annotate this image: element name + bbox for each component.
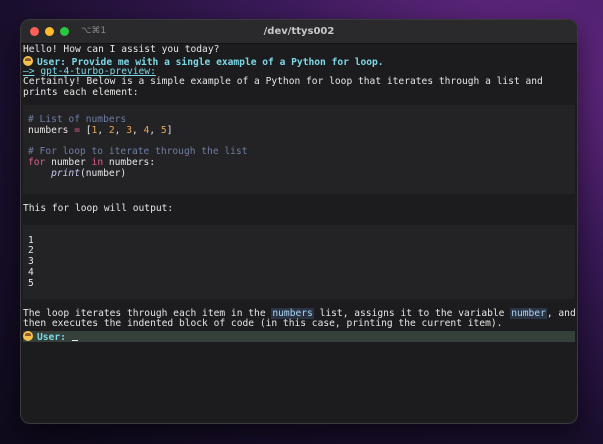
output-value: 3	[28, 256, 34, 268]
code-line: numbers = [1, 2, 3, 4, 5]	[28, 124, 173, 136]
terminal-window: ⌥⌘1 /dev/ttys002 Hello! How can I assist…	[20, 19, 578, 424]
output-intro: This for loop will output:	[23, 202, 174, 214]
response-line: prints each element:	[23, 87, 139, 99]
title-bar: ⌥⌘1 /dev/ttys002	[21, 20, 577, 44]
output-value: 2	[28, 245, 34, 257]
output-value: 5	[28, 277, 34, 289]
prompt-label: User:	[37, 332, 66, 344]
input-prompt[interactable]: User:	[23, 331, 575, 344]
inline-code: number	[510, 307, 547, 319]
text-cursor	[71, 332, 78, 342]
code-block: # List of numbers numbers = [1, 2, 3, 4,…	[23, 104, 575, 194]
output-value: 4	[28, 266, 34, 278]
greeting-line: Hello! How can I assist you today?	[23, 44, 220, 55]
inline-code: numbers	[271, 307, 314, 319]
model-name: gpt-4-turbo-preview:	[40, 65, 156, 77]
code-line: print(number)	[51, 167, 127, 179]
explanation-line: then executes the indented block of code…	[23, 318, 503, 330]
user-emoji-icon	[23, 331, 33, 342]
terminal-output[interactable]: Hello! How can I assist you today? User:…	[21, 44, 577, 344]
window-title: /dev/ttys002	[263, 26, 335, 37]
model-arrow: —>	[23, 65, 35, 77]
output-value: 1	[28, 234, 34, 246]
user-emoji-icon	[23, 55, 33, 66]
output-block: 1 2 3 4 5	[23, 224, 575, 299]
